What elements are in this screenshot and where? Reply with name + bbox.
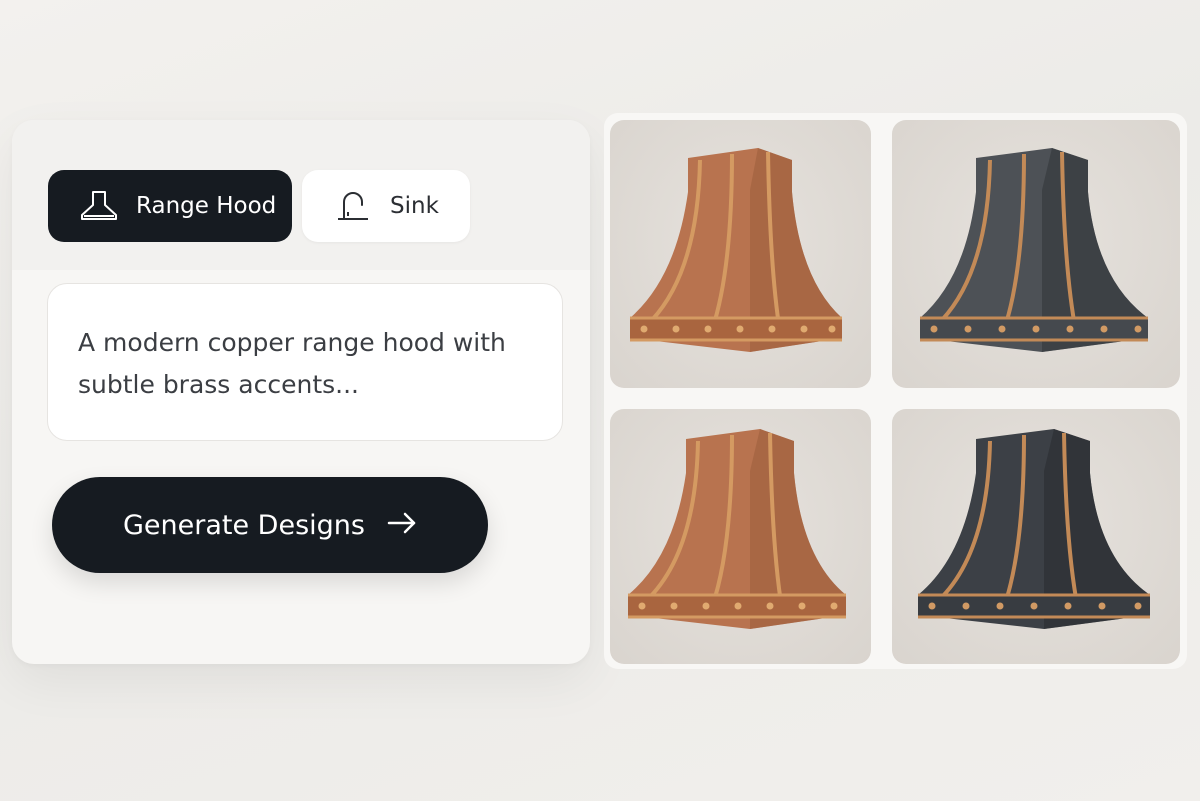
prompt-text: A modern copper range hood with subtle b… bbox=[78, 328, 506, 399]
tab-sink-label: Sink bbox=[390, 193, 439, 219]
prompt-input[interactable]: A modern copper range hood with subtle b… bbox=[47, 283, 563, 441]
result-image-copper-2[interactable] bbox=[610, 409, 871, 664]
faucet-icon bbox=[332, 188, 374, 224]
generate-designs-button[interactable]: Generate Designs bbox=[52, 477, 488, 573]
tab-range-hood[interactable]: Range Hood bbox=[48, 170, 292, 242]
tab-sink[interactable]: Sink bbox=[302, 170, 470, 242]
generate-designs-label: Generate Designs bbox=[123, 509, 365, 541]
tab-range-hood-label: Range Hood bbox=[136, 193, 277, 219]
design-input-panel: Range Hood Sink A modern copper range ho… bbox=[12, 120, 590, 664]
range-hood-icon bbox=[78, 188, 120, 224]
arrow-right-icon bbox=[387, 510, 417, 541]
result-image-steel-2[interactable] bbox=[892, 409, 1180, 664]
result-image-steel-1[interactable] bbox=[892, 120, 1180, 388]
result-image-copper-1[interactable] bbox=[610, 120, 871, 388]
